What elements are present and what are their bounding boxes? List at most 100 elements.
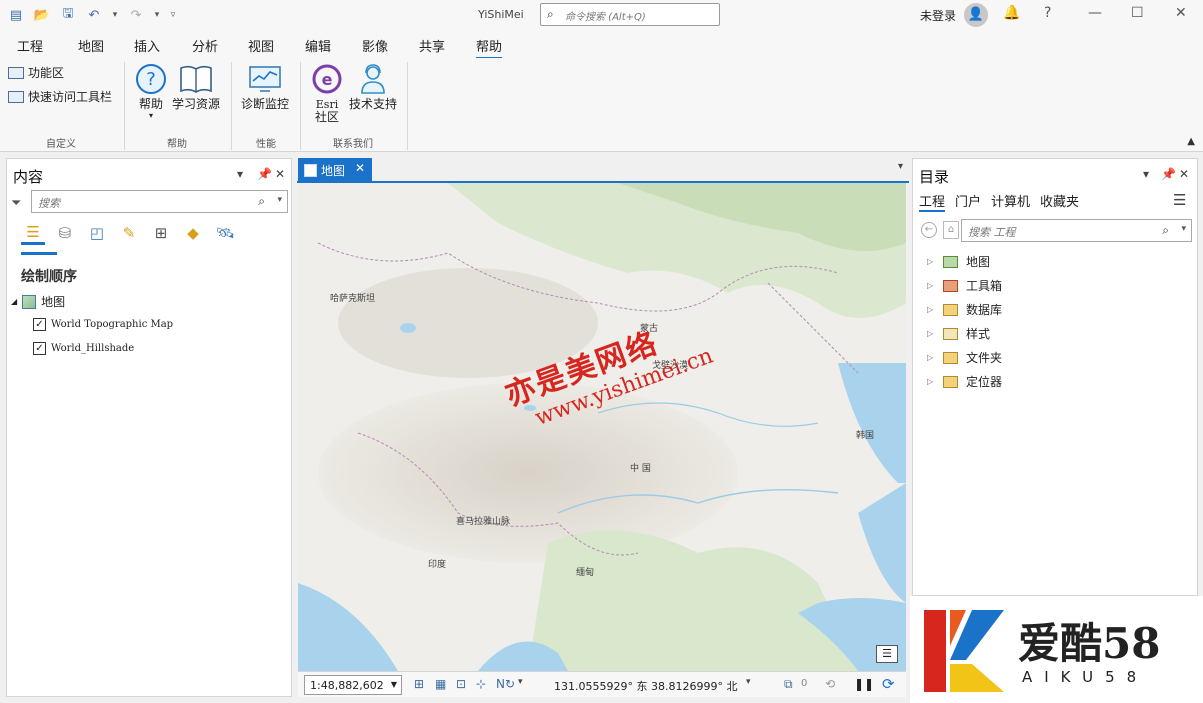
ribbon: 功能区 快速访问工具栏 自定义 ? 帮助 ▾ 学习资源 帮助 诊断监控 性能 e… bbox=[0, 58, 1203, 152]
refresh-icon[interactable]: ⟳ bbox=[882, 675, 895, 693]
selected-features-icon[interactable]: ⧉ bbox=[784, 677, 793, 692]
tab-catalog-computer[interactable]: 计算机 bbox=[991, 191, 1030, 212]
tab-catalog-portal[interactable]: 门户 bbox=[955, 191, 981, 212]
filter-icon[interactable]: ⏷ bbox=[11, 196, 21, 211]
collapse-triangle-icon[interactable]: ◢ bbox=[11, 297, 17, 306]
tab-edit[interactable]: 编辑 bbox=[305, 36, 331, 55]
pin-icon[interactable]: 📌 bbox=[257, 167, 272, 181]
close-pane-icon[interactable]: ✕ bbox=[1179, 167, 1189, 181]
tab-catalog-project[interactable]: 工程 bbox=[919, 191, 946, 212]
help-button[interactable]: ? 帮助 ▾ bbox=[134, 62, 168, 120]
close-pane-icon[interactable]: ✕ bbox=[275, 167, 285, 181]
grid-icon[interactable]: ▦ bbox=[435, 677, 446, 691]
layer-visibility-checkbox[interactable]: ✓ bbox=[33, 342, 46, 355]
scale-selector[interactable]: 1:48,882,602 ▼ bbox=[304, 675, 402, 695]
tab-insert[interactable]: 插入 bbox=[134, 36, 160, 55]
catalog-search-input[interactable]: 搜索 工程 ⌕ ▾ bbox=[961, 219, 1192, 242]
editing-icon[interactable]: ✎ bbox=[117, 221, 141, 245]
layer-visibility-checkbox[interactable]: ✓ bbox=[33, 318, 46, 331]
pin-icon[interactable]: 📌 bbox=[1161, 167, 1176, 181]
expand-arrow-icon[interactable]: ▷ bbox=[927, 377, 935, 386]
tab-project[interactable]: 工程 bbox=[17, 36, 43, 55]
quick-access-toolbar: ▤ 📂 🖫 ↶ ▾ ↷ ▾ ▿ bbox=[6, 6, 178, 24]
data-source-icon[interactable]: ⛁ bbox=[53, 221, 77, 245]
chevron-down-icon[interactable]: ▾ bbox=[1181, 224, 1186, 234]
layer-row[interactable]: ✓ World Topographic Map bbox=[33, 318, 173, 331]
expand-arrow-icon[interactable]: ▷ bbox=[927, 329, 935, 338]
collapse-ribbon-icon[interactable]: ▲ bbox=[1187, 136, 1195, 147]
notification-bell-icon[interactable]: 🔔 bbox=[1003, 5, 1020, 21]
close-icon[interactable]: ✕ bbox=[1175, 5, 1187, 21]
catalog-item-databases[interactable]: ▷ 数据库 bbox=[927, 301, 1002, 318]
map-canvas[interactable]: 哈萨克斯坦 蒙古 戈壁沙漠 中 国 韩国 喜马拉雅山脉 印度 缅甸 亦是美网络 … bbox=[298, 183, 906, 671]
hamburger-menu-icon[interactable]: ☰ bbox=[1173, 191, 1186, 209]
undo-icon[interactable]: ↶ bbox=[84, 6, 104, 24]
tab-list-chevron-icon[interactable]: ▾ bbox=[898, 161, 903, 172]
pane-options-icon[interactable]: ▾ bbox=[237, 167, 243, 181]
tab-imagery[interactable]: 影像 bbox=[362, 36, 388, 55]
selection-icon[interactable]: ◰ bbox=[85, 221, 109, 245]
sign-in-link[interactable]: 未登录 bbox=[920, 7, 956, 24]
customize-qat-button[interactable]: 快速访问工具栏 bbox=[8, 88, 112, 105]
undo-dropdown-icon[interactable]: ▾ bbox=[110, 6, 120, 24]
selected-count: 0 bbox=[801, 678, 808, 689]
snapping-toggle-icon[interactable]: ⊹ bbox=[476, 677, 486, 691]
catalog-item-maps[interactable]: ▷ 地图 bbox=[927, 253, 990, 270]
catalog-item-folders[interactable]: ▷ 文件夹 bbox=[927, 349, 1002, 366]
tab-map[interactable]: 地图 bbox=[78, 36, 104, 55]
coordinate-format-chevron-icon[interactable]: ▾ bbox=[746, 677, 751, 687]
catalog-item-toolboxes[interactable]: ▷ 工具箱 bbox=[927, 277, 1002, 294]
expand-arrow-icon[interactable]: ▷ bbox=[927, 353, 935, 362]
back-arrow-icon[interactable]: ← bbox=[921, 222, 937, 238]
chevron-down-icon[interactable]: ▾ bbox=[518, 677, 523, 687]
close-map-tab-icon[interactable]: ✕ bbox=[355, 161, 365, 175]
tab-help[interactable]: 帮助 bbox=[476, 36, 503, 59]
labeling-icon[interactable]: ◆ bbox=[181, 221, 205, 245]
diagnostic-monitor-button[interactable]: 诊断监控 bbox=[241, 62, 289, 111]
scale-value: 1:48,882,602 bbox=[310, 679, 384, 692]
command-search-input[interactable]: ⌕ 命令搜索 (Alt+Q) bbox=[540, 3, 720, 26]
catalog-item-locators[interactable]: ▷ 定位器 bbox=[927, 373, 1002, 390]
perspective-imagery-icon[interactable]: 🛰 bbox=[213, 221, 237, 245]
snapping-icon[interactable]: ⊞ bbox=[149, 221, 173, 245]
fixed-zoom-icon[interactable]: ⊡ bbox=[456, 677, 466, 691]
help-question-icon[interactable]: ? bbox=[1044, 5, 1051, 21]
expand-arrow-icon[interactable]: ▷ bbox=[927, 305, 935, 314]
open-project-icon[interactable]: 📂 bbox=[32, 6, 52, 24]
technical-support-button[interactable]: 技术支持 bbox=[349, 62, 397, 111]
catalog-item-styles[interactable]: ▷ 样式 bbox=[927, 325, 990, 342]
maximize-icon[interactable]: ☐ bbox=[1131, 5, 1144, 21]
pane-options-icon[interactable]: ▾ bbox=[1143, 167, 1149, 181]
tab-catalog-favorites[interactable]: 收藏夹 bbox=[1040, 191, 1079, 212]
tab-share[interactable]: 共享 bbox=[419, 36, 445, 55]
customize-ribbon-button[interactable]: 功能区 bbox=[8, 64, 64, 81]
redo-icon[interactable]: ↷ bbox=[126, 6, 146, 24]
learning-resources-button[interactable]: 学习资源 bbox=[172, 62, 220, 111]
catalog-item-label: 数据库 bbox=[966, 303, 1003, 317]
pause-drawing-icon[interactable]: ❚❚ bbox=[854, 677, 874, 691]
customize-qat-icon[interactable]: ▿ bbox=[168, 6, 178, 24]
customize-ribbon-label: 功能区 bbox=[28, 66, 65, 80]
layer-name: World Topographic Map bbox=[51, 319, 174, 330]
north-arrow-icon[interactable]: N↻ bbox=[496, 677, 515, 691]
toolbar-icon bbox=[8, 90, 24, 103]
map-tree-node[interactable]: ◢ 地图 bbox=[11, 293, 65, 310]
minimize-icon[interactable]: — bbox=[1088, 5, 1102, 21]
tab-view[interactable]: 视图 bbox=[248, 36, 274, 55]
contents-search-input[interactable]: 搜索 ⌕ ▾ bbox=[31, 190, 288, 213]
layer-row[interactable]: ✓ World_Hillshade bbox=[33, 342, 134, 355]
expand-arrow-icon[interactable]: ▷ bbox=[927, 281, 935, 290]
drawing-order-icon[interactable]: ☰ bbox=[21, 221, 45, 245]
save-project-icon[interactable]: 🖫 bbox=[58, 6, 78, 24]
esri-community-button[interactable]: e Esri 社区 bbox=[310, 62, 344, 124]
zoom-extent-icon[interactable]: ⊞ bbox=[414, 677, 424, 691]
chevron-down-icon[interactable]: ▾ bbox=[277, 195, 282, 205]
home-icon[interactable]: ⌂ bbox=[943, 221, 959, 239]
redo-dropdown-icon[interactable]: ▾ bbox=[152, 6, 162, 24]
expand-arrow-icon[interactable]: ▷ bbox=[927, 257, 935, 266]
new-project-icon[interactable]: ▤ bbox=[6, 6, 26, 24]
map-overview-icon[interactable]: ☰ bbox=[876, 645, 898, 663]
contents-pane: 内容 ▾ 📌 ✕ ⏷ 搜索 ⌕ ▾ ☰ ⛁ ◰ ✎ ⊞ ◆ 🛰 绘制顺序 ◢ 地… bbox=[6, 158, 292, 697]
tab-analysis[interactable]: 分析 bbox=[192, 36, 218, 55]
avatar[interactable]: 👤 bbox=[964, 3, 988, 27]
